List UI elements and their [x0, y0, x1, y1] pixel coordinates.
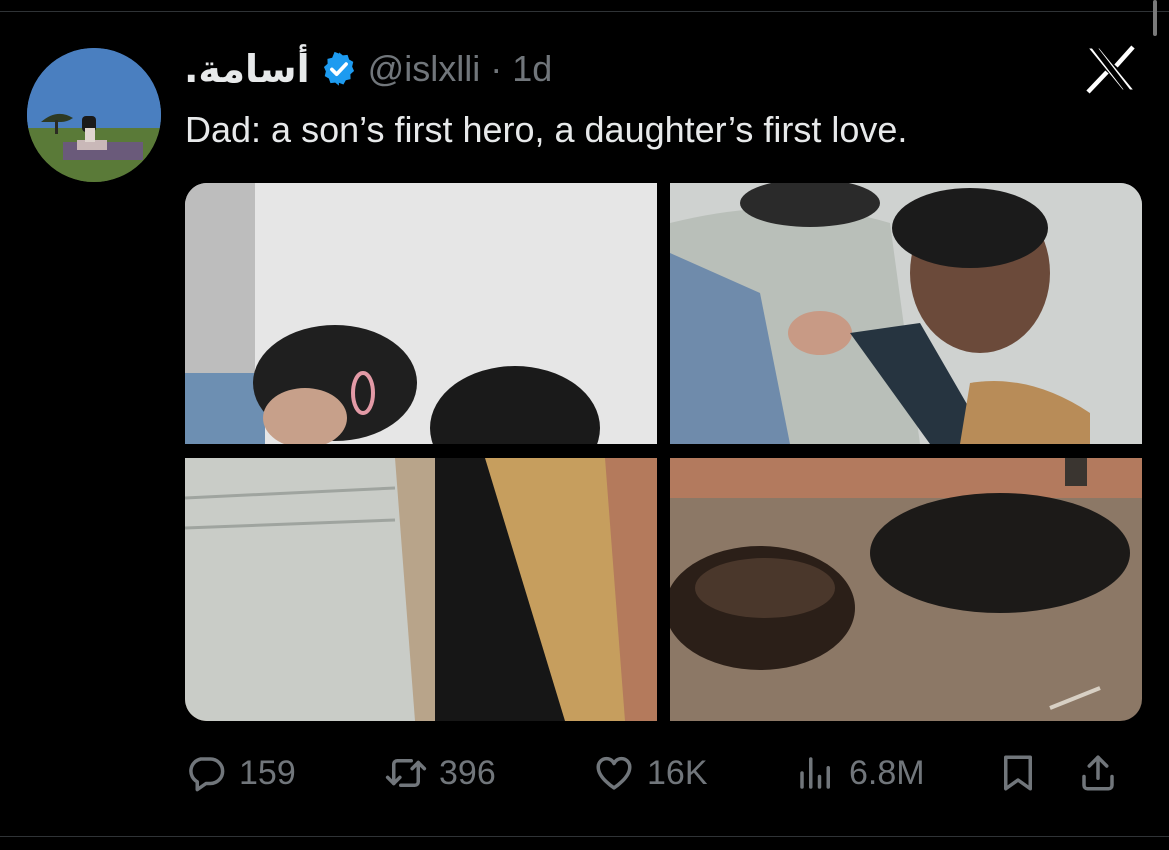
- x-logo-icon[interactable]: [1083, 44, 1139, 94]
- repost-button[interactable]: 396: [385, 748, 496, 798]
- avatar-image: [27, 48, 161, 182]
- share-button[interactable]: [1077, 748, 1119, 798]
- views-button[interactable]: 6.8M: [795, 748, 925, 798]
- views-count: 6.8M: [849, 753, 925, 792]
- avatar[interactable]: [27, 48, 161, 182]
- heart-icon: [596, 756, 632, 790]
- media-grid[interactable]: [185, 183, 1142, 721]
- repost-icon: [385, 759, 427, 787]
- bookmark-button[interactable]: [997, 748, 1039, 798]
- media-photo-1[interactable]: [185, 183, 657, 444]
- scrollbar-thumb[interactable]: [1153, 0, 1157, 36]
- action-bar: 159 396 16K 6.8M: [185, 748, 1145, 798]
- separator: ·: [490, 48, 503, 89]
- reply-count: 159: [239, 753, 296, 792]
- top-divider: [0, 11, 1169, 12]
- repost-count: 396: [439, 753, 496, 792]
- tweet-text: Dad: a son’s first hero, a daughter’s fi…: [185, 109, 908, 150]
- share-icon: [1082, 755, 1114, 791]
- timestamp[interactable]: 1d: [512, 48, 552, 90]
- media-photo-3[interactable]: [185, 458, 657, 721]
- bookmark-icon: [1004, 755, 1032, 791]
- reply-button[interactable]: 159: [185, 748, 296, 798]
- like-button[interactable]: 16K: [593, 748, 708, 798]
- media-photo-2[interactable]: [670, 183, 1142, 444]
- media-photo-4[interactable]: [670, 458, 1142, 721]
- tweet-header: أسامة. @islxlli · 1d: [184, 47, 552, 91]
- verified-badge-icon: [323, 51, 354, 86]
- like-count: 16K: [647, 753, 708, 792]
- bottom-divider: [0, 836, 1169, 837]
- display-name[interactable]: أسامة.: [184, 47, 310, 91]
- reply-icon: [189, 757, 225, 792]
- handle[interactable]: @islxlli: [368, 48, 481, 90]
- views-icon: [800, 757, 830, 789]
